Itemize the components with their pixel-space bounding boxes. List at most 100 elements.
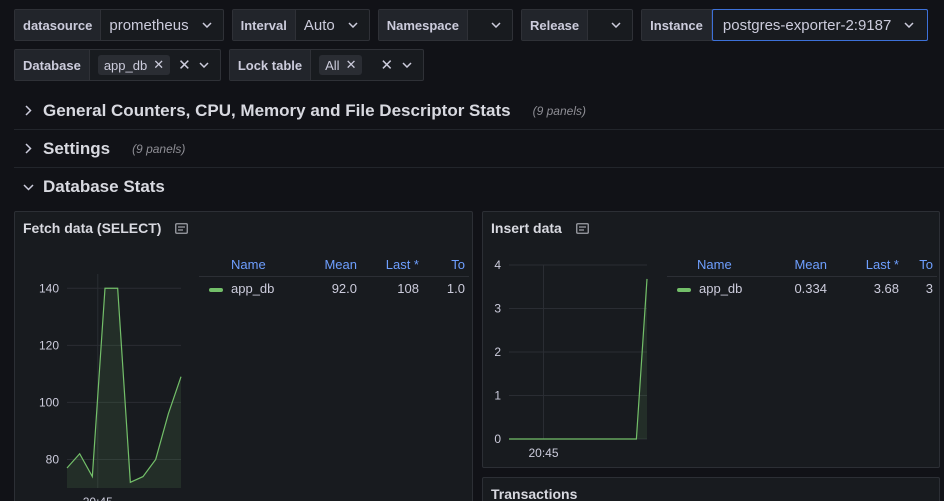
legend-col-name[interactable]: Name <box>667 257 755 272</box>
namespace-select[interactable] <box>468 10 512 40</box>
y-tick-label: 3 <box>494 302 501 316</box>
interval-select[interactable]: Auto <box>296 10 369 40</box>
legend-last: 3.68 <box>873 281 899 296</box>
y-tick-label: 80 <box>46 452 60 466</box>
variables-row-2: Database app_db ✕ ✕ Lock table All ✕ ✕ <box>14 49 425 81</box>
instance-select[interactable]: postgres-exporter-2:9187 <box>711 9 929 41</box>
row-settings[interactable]: Settings (9 panels) <box>14 130 944 168</box>
chevron-down-icon[interactable] <box>197 57 212 73</box>
series-color-swatch[interactable] <box>209 287 223 292</box>
legend-row[interactable]: app_db 92.0 108 1.0 <box>199 276 469 300</box>
legend-mean: 0.334 <box>794 281 827 296</box>
y-tick-label: 2 <box>494 345 501 359</box>
row-general-counters[interactable]: General Counters, CPU, Memory and File D… <box>14 92 944 130</box>
instance-variable[interactable]: Instance postgres-exporter-2:9187 <box>641 9 929 41</box>
legend-row[interactable]: app_db 0.334 3.68 3 <box>667 276 937 300</box>
row-title[interactable]: General Counters, CPU, Memory and File D… <box>43 101 511 121</box>
clear-icon[interactable]: ✕ <box>178 56 191 74</box>
namespace-variable[interactable]: Namespace <box>377 9 513 41</box>
x-tick-label: 20:45 <box>528 446 558 460</box>
legend-total: 3 <box>925 281 933 296</box>
release-label: Release <box>521 10 589 40</box>
x-tick-label: 20:45 <box>83 495 113 501</box>
datasource-label: datasource <box>15 10 102 40</box>
legend-col-total[interactable]: To <box>899 257 933 272</box>
remove-chip-icon[interactable]: ✕ <box>346 57 357 73</box>
legend-last: 108 <box>397 281 419 296</box>
chevron-down-icon[interactable] <box>608 17 624 33</box>
instance-label: Instance <box>642 10 712 40</box>
legend-series-name[interactable]: app_db <box>699 281 742 296</box>
fetch-legend: Name Mean Last * To app_db 92.0 108 1.0 <box>199 252 469 300</box>
chevron-right-icon[interactable] <box>14 143 42 154</box>
chevron-down-icon[interactable] <box>901 17 917 33</box>
y-tick-label: 4 <box>494 258 501 272</box>
database-chip[interactable]: app_db ✕ <box>97 55 171 75</box>
chevron-down-icon[interactable] <box>199 17 215 33</box>
chevron-right-icon[interactable] <box>14 105 42 116</box>
panel-header[interactable]: Fetch data (SELECT) <box>23 220 189 236</box>
release-select[interactable] <box>588 10 632 40</box>
legend-col-mean[interactable]: Mean <box>755 257 827 272</box>
database-label: Database <box>15 50 90 80</box>
legend-col-last[interactable]: Last * <box>357 257 419 272</box>
fetch-chart[interactable]: 80 100 120 140 20:45 <box>15 250 205 501</box>
y-tick-label: 1 <box>494 389 501 403</box>
row-database-stats[interactable]: Database Stats <box>14 168 944 206</box>
release-variable[interactable]: Release <box>520 9 634 41</box>
lock-table-chip-label: All <box>325 57 340 73</box>
y-tick-label: 120 <box>39 338 59 352</box>
legend-header: Name Mean Last * To <box>199 252 469 276</box>
database-variable[interactable]: Database app_db ✕ ✕ <box>14 49 221 81</box>
interval-label: Interval <box>232 10 296 40</box>
datasource-variable[interactable]: datasource prometheus <box>14 9 224 41</box>
insert-legend: Name Mean Last * To app_db 0.334 3.68 3 <box>667 252 937 300</box>
y-tick-label: 0 <box>494 432 501 446</box>
lock-table-label: Lock table <box>229 50 312 80</box>
legend-col-name[interactable]: Name <box>199 257 287 272</box>
legend-col-mean[interactable]: Mean <box>287 257 357 272</box>
panel-title[interactable]: Transactions <box>491 486 577 501</box>
lock-table-chip[interactable]: All ✕ <box>319 55 363 75</box>
chevron-down-icon[interactable] <box>488 17 504 33</box>
description-icon[interactable] <box>175 222 189 234</box>
row-title[interactable]: Database Stats <box>43 177 165 197</box>
panel-header[interactable]: Insert data <box>491 220 589 236</box>
panel-fetch-data[interactable]: Fetch data (SELECT) 80 100 120 140 20:45 Nam… <box>14 211 473 501</box>
datasource-value: prometheus <box>109 16 189 34</box>
lock-table-variable[interactable]: Lock table All ✕ ✕ <box>228 49 425 81</box>
database-select[interactable]: app_db ✕ ✕ <box>90 50 220 80</box>
database-chip-label: app_db <box>103 57 148 73</box>
panel-title[interactable]: Insert data <box>491 220 562 236</box>
legend-mean: 92.0 <box>331 281 357 296</box>
legend-header: Name Mean Last * To <box>667 252 937 276</box>
series-area <box>509 278 647 439</box>
legend-col-last[interactable]: Last * <box>827 257 899 272</box>
chevron-down-icon[interactable] <box>14 183 42 191</box>
datasource-select[interactable]: prometheus <box>101 10 222 40</box>
variables-row-1: datasource prometheus Interval Auto Name… <box>14 9 929 41</box>
legend-series-name[interactable]: app_db <box>231 281 274 296</box>
panel-header[interactable]: Transactions <box>491 486 577 501</box>
insert-chart[interactable]: 0 1 2 3 4 20:45 <box>483 250 663 465</box>
row-panel-count: (9 panels) <box>532 103 586 118</box>
chevron-down-icon[interactable] <box>399 57 415 73</box>
panel-insert-data[interactable]: Insert data 0 1 2 3 4 20:45 Name Mean Last * … <box>482 211 940 468</box>
legend-total: 1.0 <box>446 281 465 296</box>
clear-icon[interactable]: ✕ <box>381 56 394 74</box>
row-title[interactable]: Settings <box>43 139 110 159</box>
legend-col-total[interactable]: To <box>419 257 465 272</box>
namespace-label: Namespace <box>378 10 468 40</box>
interval-variable[interactable]: Interval Auto <box>231 9 370 41</box>
instance-value: postgres-exporter-2:9187 <box>722 16 892 34</box>
description-icon[interactable] <box>575 222 589 234</box>
row-panel-count: (9 panels) <box>132 141 186 156</box>
series-color-swatch[interactable] <box>677 287 691 292</box>
lock-table-select[interactable]: All ✕ ✕ <box>311 50 423 80</box>
chevron-down-icon[interactable] <box>345 17 361 33</box>
panel-title[interactable]: Fetch data (SELECT) <box>23 220 161 236</box>
remove-chip-icon[interactable]: ✕ <box>153 57 164 73</box>
panel-transactions[interactable]: Transactions <box>482 477 940 501</box>
interval-value: Auto <box>303 16 335 34</box>
y-tick-label: 140 <box>39 281 59 295</box>
